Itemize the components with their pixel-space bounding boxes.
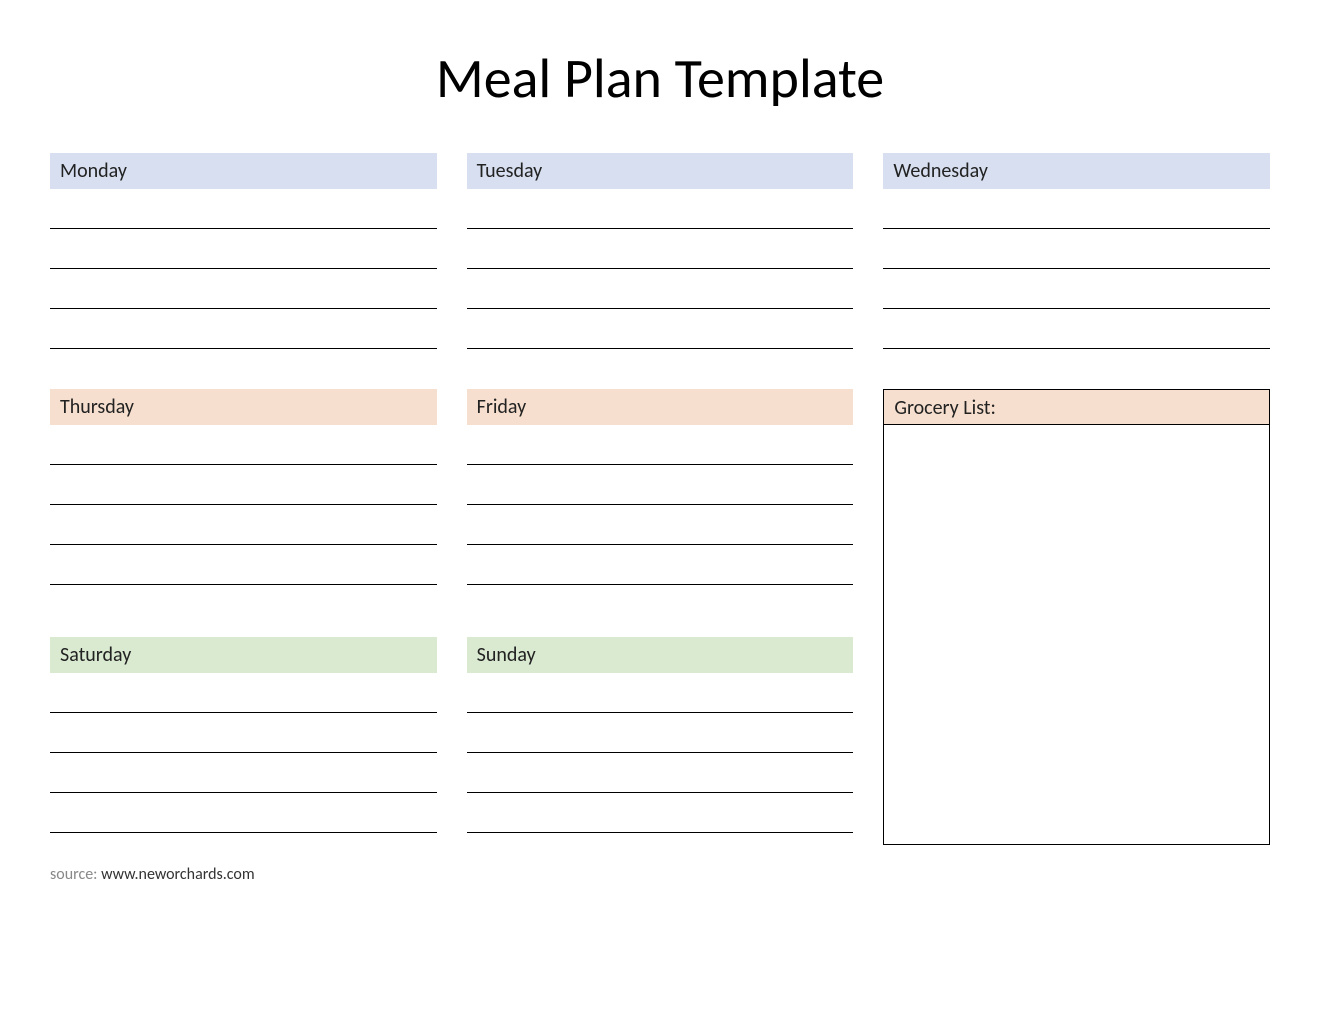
write-line xyxy=(883,197,1270,229)
day-cell-tuesday: Tuesday xyxy=(467,153,854,349)
day-lines-sunday xyxy=(467,681,854,833)
day-lines-saturday xyxy=(50,681,437,833)
day-cell-sunday: Sunday xyxy=(467,637,854,845)
day-header-tuesday: Tuesday xyxy=(467,153,854,189)
write-line xyxy=(50,433,437,465)
write-line xyxy=(467,553,854,585)
day-header-monday: Monday xyxy=(50,153,437,189)
day-cell-wednesday: Wednesday xyxy=(883,153,1270,349)
write-line xyxy=(50,317,437,349)
day-lines-tuesday xyxy=(467,197,854,349)
day-cell-thursday: Thursday xyxy=(50,389,437,597)
write-line xyxy=(50,197,437,229)
write-line xyxy=(50,721,437,753)
meal-plan-grid: Monday Tuesday Wednesday Thursday xyxy=(50,153,1270,845)
write-line xyxy=(467,277,854,309)
day-header-friday: Friday xyxy=(467,389,854,425)
write-line xyxy=(467,513,854,545)
page-title: Meal Plan Template xyxy=(50,45,1270,113)
source-label: source: xyxy=(50,865,101,884)
write-line xyxy=(50,553,437,585)
day-header-sunday: Sunday xyxy=(467,637,854,673)
write-line xyxy=(50,473,437,505)
grocery-list-header: Grocery List: xyxy=(883,389,1270,425)
write-line xyxy=(50,761,437,793)
write-line xyxy=(50,237,437,269)
footer-source: source: www.neworchards.com xyxy=(50,865,1270,884)
grocery-list-box xyxy=(883,425,1270,845)
day-cell-saturday: Saturday xyxy=(50,637,437,845)
write-line xyxy=(883,237,1270,269)
day-lines-friday xyxy=(467,433,854,585)
write-line xyxy=(50,513,437,545)
write-line xyxy=(467,317,854,349)
day-header-thursday: Thursday xyxy=(50,389,437,425)
day-header-wednesday: Wednesday xyxy=(883,153,1270,189)
write-line xyxy=(467,473,854,505)
write-line xyxy=(467,197,854,229)
day-header-saturday: Saturday xyxy=(50,637,437,673)
day-lines-monday xyxy=(50,197,437,349)
write-line xyxy=(467,237,854,269)
write-line xyxy=(883,317,1270,349)
write-line xyxy=(883,277,1270,309)
write-line xyxy=(467,761,854,793)
grocery-list-cell: Grocery List: xyxy=(883,389,1270,845)
write-line xyxy=(467,801,854,833)
write-line xyxy=(467,433,854,465)
day-cell-friday: Friday xyxy=(467,389,854,597)
write-line xyxy=(50,277,437,309)
source-url: www.neworchards.com xyxy=(101,865,255,884)
day-lines-wednesday xyxy=(883,197,1270,349)
write-line xyxy=(50,801,437,833)
day-lines-thursday xyxy=(50,433,437,585)
write-line xyxy=(467,681,854,713)
write-line xyxy=(467,721,854,753)
write-line xyxy=(50,681,437,713)
day-cell-monday: Monday xyxy=(50,153,437,349)
